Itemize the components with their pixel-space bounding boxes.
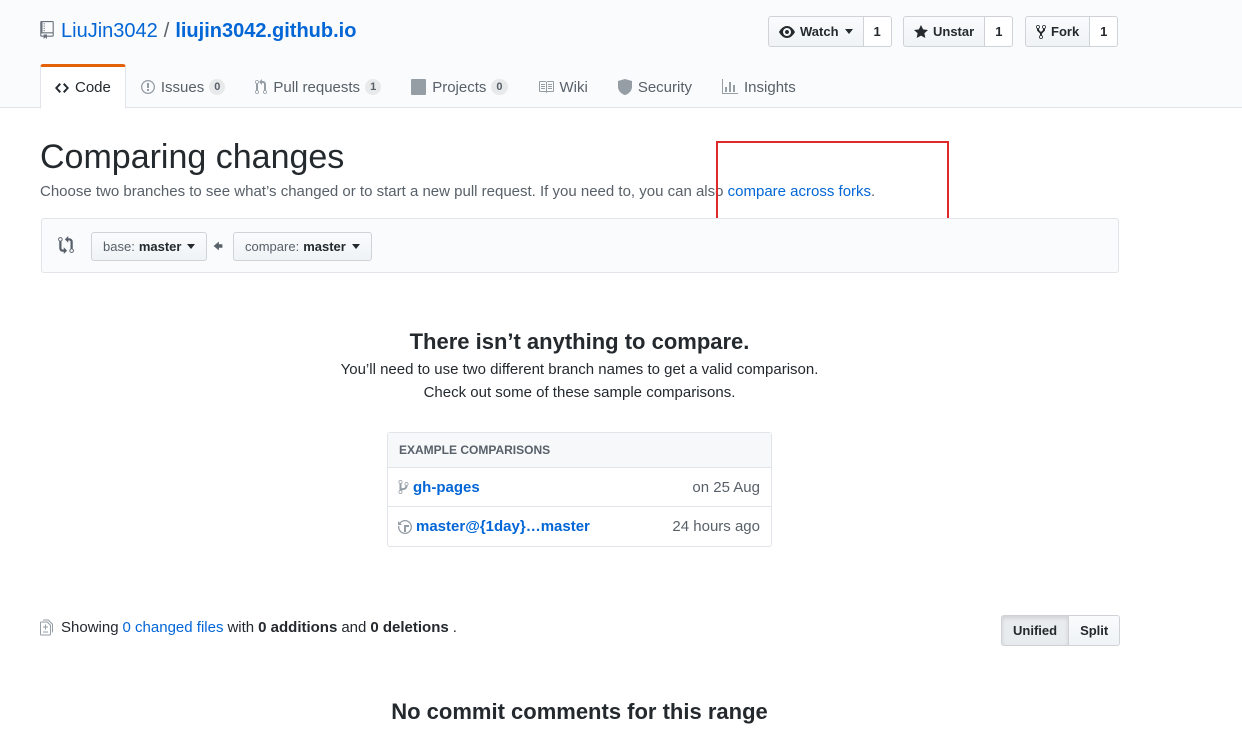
unstar-label: Unstar bbox=[933, 24, 975, 39]
blankslate-line-2: Check out some of these sample compariso… bbox=[423, 384, 736, 401]
example-gh-pages-link[interactable]: gh-pages bbox=[398, 479, 480, 496]
repo-owner-link[interactable]: LiuJin3042 bbox=[61, 20, 158, 43]
blankslate-title: There isn’t anything to compare. bbox=[409, 329, 750, 354]
compare-branch-select[interactable]: compare: master bbox=[233, 232, 372, 261]
tab-issues[interactable]: Issues 0 bbox=[126, 64, 240, 108]
file-diff-icon bbox=[40, 619, 53, 636]
tab-code-label: Code bbox=[75, 79, 111, 96]
base-branch-select[interactable]: base: master bbox=[91, 232, 208, 261]
star-icon bbox=[914, 24, 928, 38]
repo-path-separator: / bbox=[163, 19, 170, 42]
watch-label: Watch bbox=[800, 24, 839, 39]
tab-security[interactable]: Security bbox=[603, 64, 707, 108]
chevron-down-icon bbox=[844, 29, 853, 34]
with-text: with bbox=[227, 619, 255, 636]
list-item[interactable]: master@{1day}…master 24 hours ago bbox=[388, 507, 771, 546]
repo-title: LiuJin3042 / liujin3042.github.io bbox=[40, 18, 356, 44]
example-gh-pages-time: on 25 Aug bbox=[692, 478, 760, 496]
tab-insights-label: Insights bbox=[744, 78, 796, 96]
example-master-range-link[interactable]: master@{1day}…master bbox=[398, 518, 590, 535]
split-view-button[interactable]: Split bbox=[1069, 615, 1121, 646]
diff-summary: Showing 0 changed files with 0 additions… bbox=[40, 619, 457, 636]
compare-branch-name: master bbox=[303, 239, 346, 254]
chevron-down-icon bbox=[187, 244, 196, 249]
watch-group: Watch 1 bbox=[768, 16, 892, 47]
tab-projects[interactable]: Projects 0 bbox=[396, 64, 522, 108]
repo-forked-icon bbox=[1036, 24, 1046, 39]
tab-insights[interactable]: Insights bbox=[707, 64, 811, 108]
example-comparisons-box: EXAMPLE COMPARISONS gh-pages on 25 Aug m… bbox=[387, 432, 772, 547]
changed-files-link[interactable]: 0 changed files bbox=[123, 619, 224, 636]
pulls-counter: 1 bbox=[365, 79, 382, 95]
diff-view-toggle: Unified Split bbox=[1001, 615, 1121, 646]
and-text: and bbox=[341, 619, 367, 636]
tab-pull-requests-label: Pull requests bbox=[273, 78, 361, 96]
fork-label: Fork bbox=[1051, 24, 1080, 39]
tab-issues-label: Issues bbox=[160, 78, 205, 96]
book-icon bbox=[538, 81, 554, 93]
code-icon bbox=[55, 82, 69, 93]
compare-branch-prefix: compare: bbox=[245, 239, 300, 254]
tab-wiki[interactable]: Wiki bbox=[523, 64, 603, 108]
star-count[interactable]: 1 bbox=[985, 16, 1014, 47]
graph-icon bbox=[722, 79, 739, 94]
repo-name-link[interactable]: liujin3042.github.io bbox=[175, 20, 356, 43]
tab-projects-label: Projects bbox=[432, 78, 487, 96]
list-item[interactable]: gh-pages on 25 Aug bbox=[388, 468, 771, 507]
watch-count[interactable]: 1 bbox=[863, 16, 892, 47]
base-branch-name: master bbox=[138, 239, 182, 254]
git-branch-icon bbox=[398, 480, 409, 494]
repo-nav: Code Issues 0 Pull requests 1 Projects 0… bbox=[40, 64, 811, 109]
no-commit-comments-heading: No commit comments for this range bbox=[391, 699, 768, 724]
example-master-range-time: 24 hours ago bbox=[672, 518, 760, 535]
example-master-range-name: master@{1day}…master bbox=[416, 518, 590, 535]
issues-counter: 0 bbox=[209, 79, 226, 95]
range-editor: base: master compare: master bbox=[41, 218, 1119, 273]
projects-counter: 0 bbox=[491, 79, 508, 95]
eye-icon bbox=[779, 25, 795, 38]
star-group: Unstar 1 bbox=[903, 16, 1014, 47]
tab-code[interactable]: Code bbox=[40, 64, 126, 109]
repo-header: LiuJin3042 / liujin3042.github.io Watch … bbox=[0, 0, 1242, 109]
chevron-down-icon bbox=[351, 244, 360, 249]
fork-button[interactable]: Fork bbox=[1025, 16, 1091, 47]
tab-pull-requests[interactable]: Pull requests 1 bbox=[240, 64, 396, 108]
repo-icon bbox=[40, 20, 54, 39]
history-icon bbox=[398, 519, 412, 534]
page-title: Comparing changes bbox=[40, 138, 345, 176]
watch-button[interactable]: Watch bbox=[768, 16, 864, 47]
unified-view-button[interactable]: Unified bbox=[1001, 615, 1070, 646]
issue-opened-icon bbox=[140, 80, 155, 94]
additions-count: 0 additions bbox=[258, 619, 338, 636]
git-pull-request-icon bbox=[255, 79, 268, 95]
example-comparisons-header: EXAMPLE COMPARISONS bbox=[388, 433, 771, 468]
tab-security-label: Security bbox=[637, 78, 693, 96]
shield-icon bbox=[617, 79, 632, 95]
project-icon bbox=[411, 79, 427, 95]
fork-group: Fork 1 bbox=[1025, 16, 1119, 47]
summary-period: . bbox=[452, 619, 457, 636]
showing-text: Showing bbox=[61, 619, 119, 636]
base-branch-prefix: base: bbox=[103, 239, 135, 254]
tab-wiki-label: Wiki bbox=[559, 78, 588, 96]
deletions-count: 0 deletions bbox=[370, 619, 449, 636]
git-compare-icon bbox=[58, 236, 74, 254]
compare-description-text: Choose two branches to see what’s change… bbox=[40, 183, 728, 200]
blankslate-line-1: You’ll need to use two different branch … bbox=[340, 361, 819, 378]
unstar-button[interactable]: Unstar bbox=[903, 16, 986, 47]
arrow-left-icon bbox=[213, 241, 223, 251]
example-gh-pages-name: gh-pages bbox=[413, 478, 480, 496]
fork-count[interactable]: 1 bbox=[1090, 16, 1119, 47]
